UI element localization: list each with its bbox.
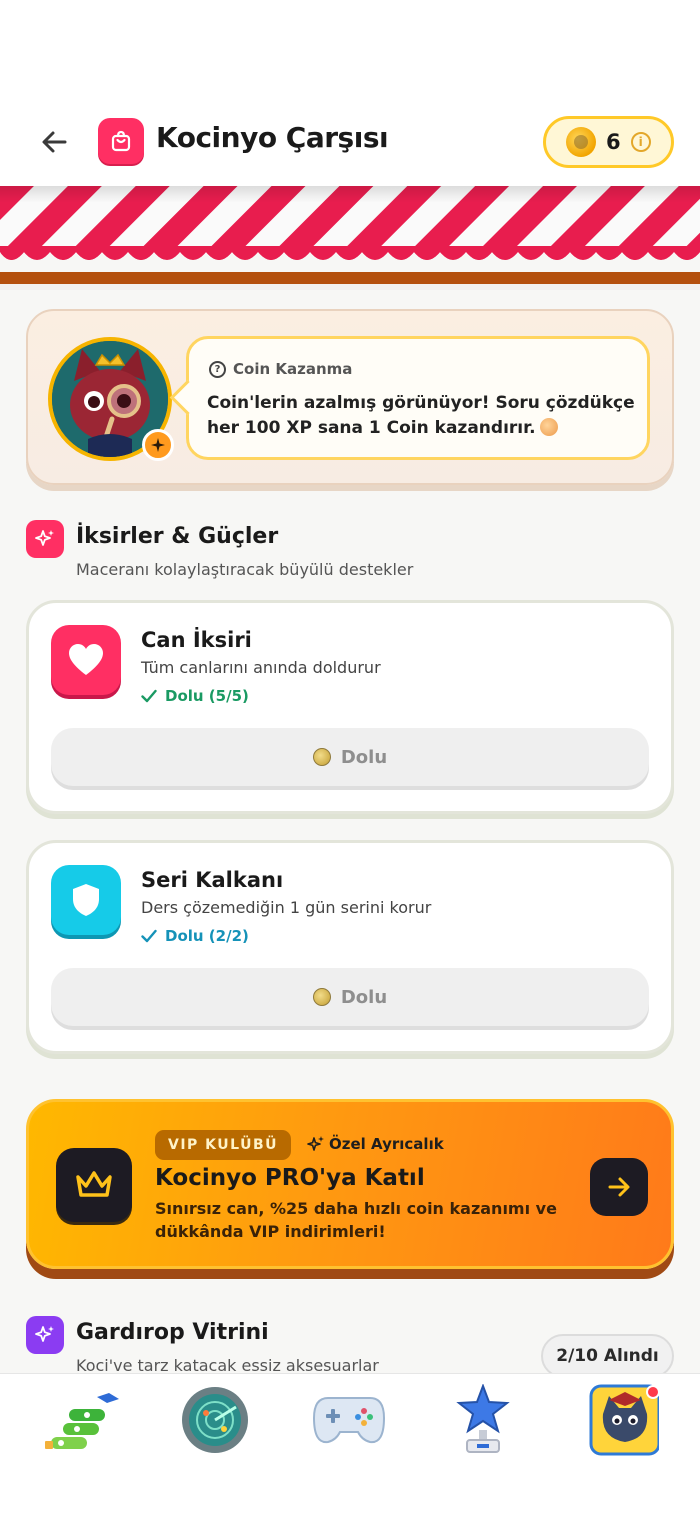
nav-radar[interactable]: [170, 1380, 260, 1460]
shield-icon: [51, 865, 121, 935]
item-card-health-potion: Can İksiri Tüm canlarını anında doldurur…: [26, 600, 674, 814]
potions-section-title: İksirler & Güçler: [76, 524, 279, 549]
coin-count: 6: [606, 130, 621, 154]
check-icon: [141, 929, 157, 943]
vip-description: Sınırsız can, %25 daha hızlı coin kazanı…: [155, 1199, 557, 1241]
coin-balance-pill[interactable]: 6 i: [543, 116, 674, 168]
coin-icon: [539, 418, 558, 436]
item-name: Can İksiri: [141, 628, 252, 652]
wardrobe-count-badge: 2/10 Alındı: [541, 1334, 674, 1378]
trophy-icon: [456, 1384, 510, 1453]
item-description: Ders çözemediğin 1 gün serini korur: [141, 898, 432, 917]
buy-health-potion-button[interactable]: Dolu: [51, 728, 649, 786]
nav-profile[interactable]: [574, 1380, 664, 1460]
item-status: Dolu (2/2): [141, 927, 249, 945]
info-icon: i: [630, 132, 651, 152]
item-card-streak-shield: Seri Kalkanı Ders çözemediğin 1 gün seri…: [26, 840, 674, 1054]
nav-games[interactable]: [304, 1380, 394, 1460]
arrow-right-icon: [608, 1177, 630, 1197]
back-button[interactable]: [32, 120, 76, 164]
nav-leaderboard[interactable]: [438, 1380, 528, 1460]
check-icon: [141, 689, 157, 703]
vip-promo-card[interactable]: VIP KULÜBÜ Özel Ayrıcalık Kocinyo PRO'ya…: [26, 1099, 674, 1269]
vip-special-label: Özel Ayrıcalık: [307, 1135, 444, 1153]
page-title: Kocinyo Çarşısı: [156, 121, 389, 154]
sparkles-icon: [307, 1136, 324, 1151]
nav-path[interactable]: [36, 1380, 126, 1460]
wardrobe-section-title: Gardırop Vitrini: [76, 1320, 269, 1345]
item-description: Tüm canlarını anında doldurur: [141, 658, 381, 677]
crown-icon: [56, 1148, 132, 1222]
coin-hint-card: ? Coin Kazanma Coin'lerin azalmış görünü…: [26, 309, 674, 485]
bottom-navigation: [0, 1373, 700, 1521]
top-bar: Kocinyo Çarşısı 6 i: [0, 0, 700, 186]
profile-avatar-icon: [589, 1384, 659, 1456]
question-icon: ?: [209, 360, 226, 378]
heart-icon: [51, 625, 121, 695]
item-status: Dolu (5/5): [141, 687, 249, 705]
vip-join-button[interactable]: [590, 1158, 648, 1216]
coin-icon: [312, 988, 331, 1006]
hint-text: Coin'lerin azalmış görünüyor! Soru çözdü…: [207, 393, 635, 438]
coin-icon: [312, 748, 331, 766]
arrow-left-icon: [42, 131, 67, 153]
hint-speech-bubble: ? Coin Kazanma Coin'lerin azalmış görünü…: [186, 336, 650, 460]
vip-badge: VIP KULÜBÜ: [155, 1130, 291, 1160]
coin-icon: [566, 127, 596, 157]
path-icon: [45, 1393, 119, 1449]
gamepad-icon: [312, 1397, 386, 1444]
sparkles-section-icon: [26, 520, 64, 558]
vip-title: Kocinyo PRO'ya Katıl: [155, 1165, 425, 1191]
buy-streak-shield-button[interactable]: Dolu: [51, 968, 649, 1026]
shopping-bag-icon: [98, 118, 144, 164]
radar-icon: [182, 1387, 248, 1453]
potions-section-subtitle: Maceranı kolaylaştıracak büyülü destekle…: [76, 560, 414, 579]
shop-awning: [0, 186, 700, 290]
sparkles-section-icon: [26, 1316, 64, 1354]
sparkle-badge-icon: [142, 429, 174, 461]
hint-heading: Coin Kazanma: [233, 360, 353, 378]
item-name: Seri Kalkanı: [141, 868, 284, 892]
